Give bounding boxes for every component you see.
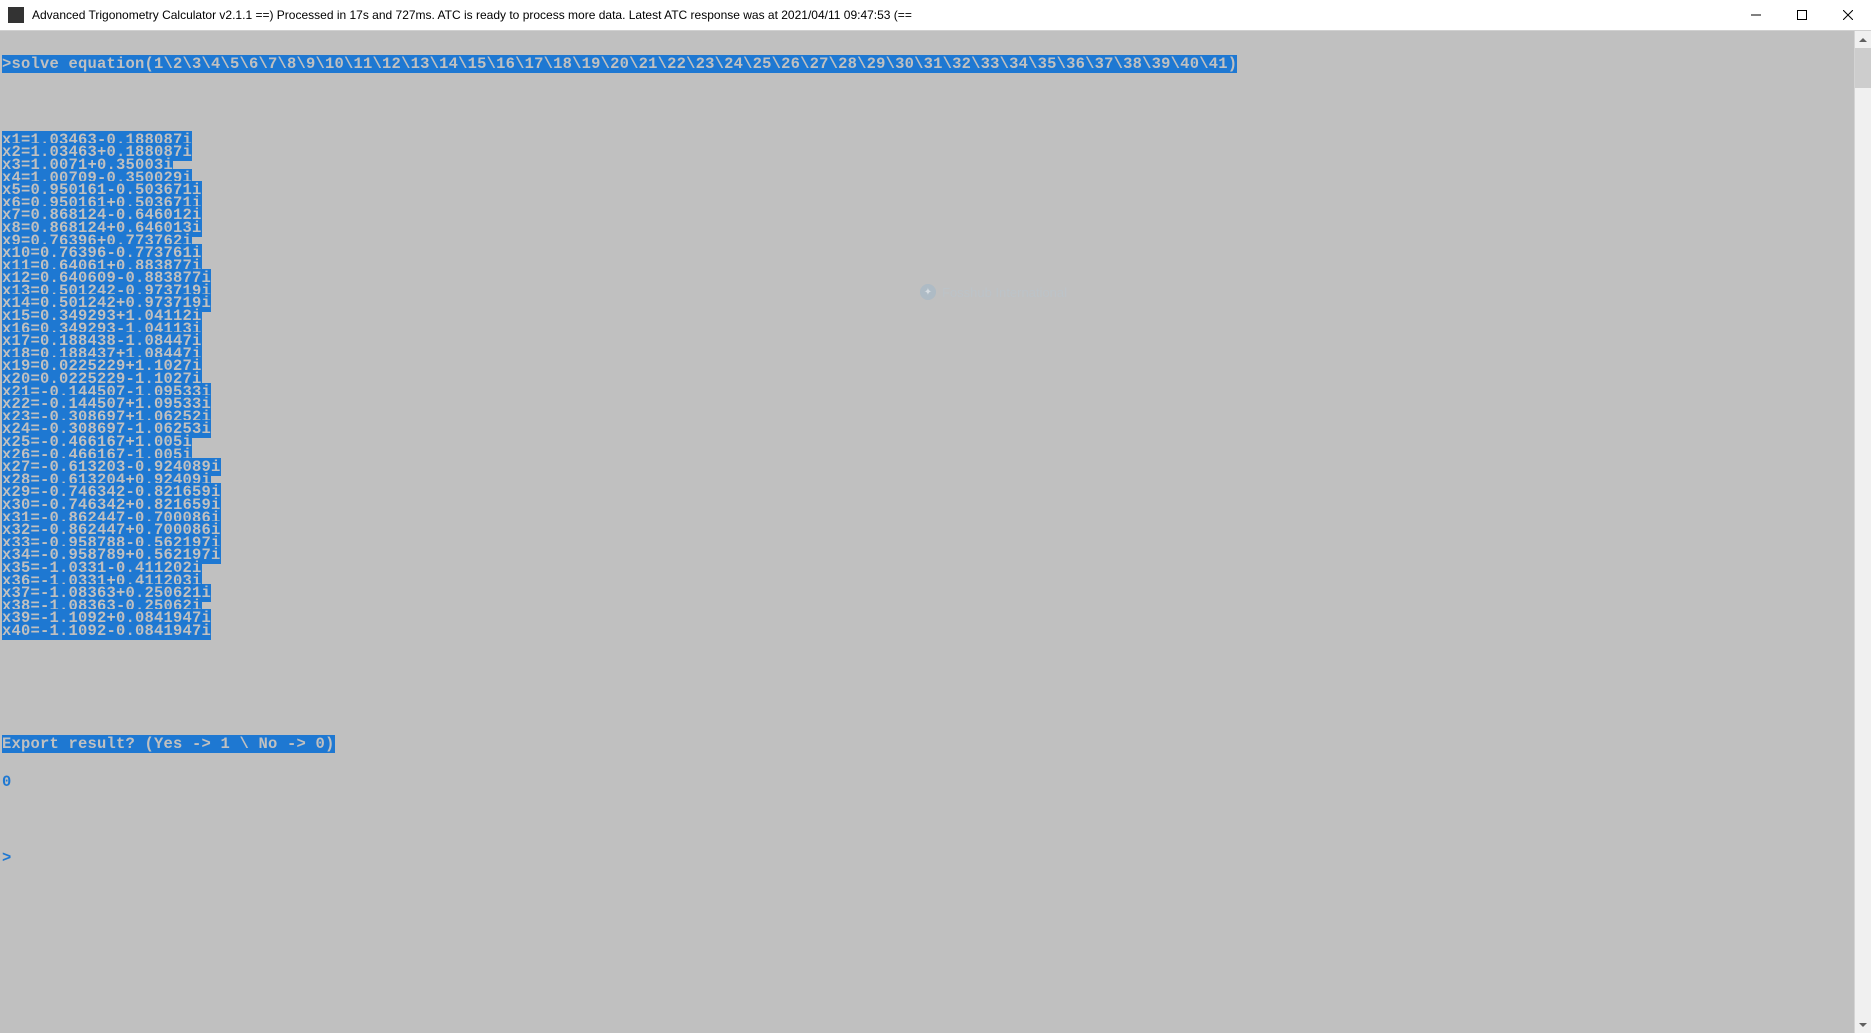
console-result-line: x14=0.501242+0.973719i: [2, 297, 1854, 310]
scroll-track[interactable]: [1855, 48, 1871, 1016]
console-result-line: x35=-1.0331-0.411202i: [2, 562, 1854, 575]
console-prompt-line[interactable]: >: [2, 852, 1854, 865]
console-result-line: x39=-1.1092+0.0841947i: [2, 612, 1854, 625]
console-blank-line: [2, 663, 1854, 676]
console-result-line: x2=1.03463+0.188087i: [2, 146, 1854, 159]
console-result-line: x7=0.868124-0.646012i: [2, 209, 1854, 222]
console-result-line: x20=0.0225229-1.1027i: [2, 373, 1854, 386]
maximize-button[interactable]: [1779, 0, 1825, 30]
console-result-line: x3=1.0071+0.35003i: [2, 159, 1854, 172]
scroll-down-arrow-icon[interactable]: [1855, 1016, 1871, 1033]
console-result-line: x15=0.349293+1.04112i: [2, 310, 1854, 323]
close-button[interactable]: [1825, 0, 1871, 30]
console-result-line: x1=1.03463-0.188087i: [2, 134, 1854, 147]
window-title: Advanced Trigonometry Calculator v2.1.1 …: [32, 8, 1733, 22]
console-results: x1=1.03463-0.188087ix2=1.03463+0.188087i…: [2, 134, 1854, 638]
console-result-line: x32=-0.862447+0.700086i: [2, 524, 1854, 537]
console-result-line: x10=0.76396-0.773761i: [2, 247, 1854, 260]
console-result-line: x11=0.64061+0.883877i: [2, 260, 1854, 273]
console-result-line: x22=-0.144507+1.09533i: [2, 398, 1854, 411]
export-answer-line: 0: [2, 776, 1854, 789]
console-command-line: >solve equation(1\2\3\4\5\6\7\8\9\10\11\…: [2, 58, 1854, 71]
app-icon: [8, 7, 24, 23]
console-result-line: x34=-0.958789+0.562197i: [2, 549, 1854, 562]
scroll-up-arrow-icon[interactable]: [1855, 31, 1871, 48]
console-result-line: x18=0.188437+1.08447i: [2, 348, 1854, 361]
console-result-line: x27=-0.613203-0.924089i: [2, 461, 1854, 474]
vertical-scrollbar[interactable]: [1854, 31, 1871, 1033]
console-blank-line: [2, 700, 1854, 713]
window-titlebar: Advanced Trigonometry Calculator v2.1.1 …: [0, 0, 1871, 31]
console-result-line: x4=1.00709-0.350029i: [2, 172, 1854, 185]
console-result-line: x6=0.950161+0.503671i: [2, 197, 1854, 210]
console-result-line: x31=-0.862447-0.700086i: [2, 512, 1854, 525]
export-prompt-line: Export result? (Yes -> 1 \ No -> 0): [2, 738, 1854, 751]
window-controls: [1733, 0, 1871, 30]
console-result-line: x25=-0.466167+1.005i: [2, 436, 1854, 449]
console-result-line: x24=-0.308697-1.06253i: [2, 423, 1854, 436]
console-result-line: x40=-1.1092-0.0841947i: [2, 625, 1854, 638]
scroll-thumb[interactable]: [1855, 48, 1871, 88]
console-result-line: x17=0.188438-1.08447i: [2, 335, 1854, 348]
console-result-line: x26=-0.466167-1.005i: [2, 449, 1854, 462]
console-result-line: x38=-1.08363-0.25062i: [2, 600, 1854, 613]
console-result-line: x19=0.0225229+1.1027i: [2, 360, 1854, 373]
console-result-line: x28=-0.613204+0.92409i: [2, 474, 1854, 487]
console-result-line: x8=0.868124+0.646013i: [2, 222, 1854, 235]
console-result-line: x23=-0.308697+1.06252i: [2, 411, 1854, 424]
console-result-line: x30=-0.746342+0.821659i: [2, 499, 1854, 512]
console-result-line: x21=-0.144507-1.09533i: [2, 386, 1854, 399]
console-content[interactable]: >solve equation(1\2\3\4\5\6\7\8\9\10\11\…: [0, 31, 1854, 1033]
console-area[interactable]: >solve equation(1\2\3\4\5\6\7\8\9\10\11\…: [0, 31, 1871, 1033]
minimize-button[interactable]: [1733, 0, 1779, 30]
console-result-line: x36=-1.0331+0.411203i: [2, 575, 1854, 588]
console-result-line: x29=-0.746342-0.821659i: [2, 486, 1854, 499]
console-result-line: x37=-1.08363+0.250621i: [2, 587, 1854, 600]
console-result-line: x9=0.76396+0.773762i: [2, 235, 1854, 248]
console-result-line: x16=0.349293-1.04113i: [2, 323, 1854, 336]
console-result-line: x12=0.640609-0.883877i: [2, 272, 1854, 285]
console-result-line: x5=0.950161-0.503671i: [2, 184, 1854, 197]
console-blank-line: [2, 814, 1854, 827]
console-blank-line: [2, 96, 1854, 109]
console-result-line: x13=0.501242-0.973719i: [2, 285, 1854, 298]
console-result-line: x33=-0.958788-0.562197i: [2, 537, 1854, 550]
